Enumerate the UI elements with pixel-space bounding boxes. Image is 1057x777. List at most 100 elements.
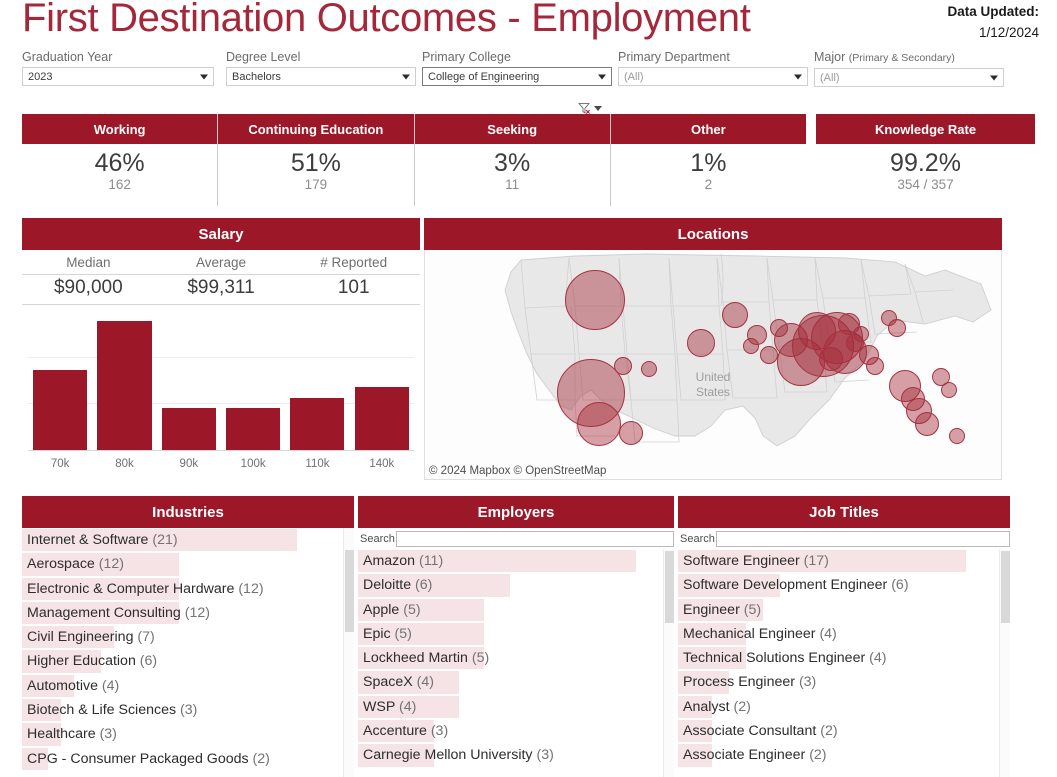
list-item[interactable]: Carnegie Mellon University (3) (358, 743, 663, 767)
employers-list: Amazon (11) Deloitte (6) Apple (5) Epic (5)… (358, 549, 663, 768)
salary-bar[interactable] (226, 408, 281, 450)
list-item[interactable]: Lockheed Martin (5) (358, 646, 663, 670)
location-bubble[interactable] (760, 346, 778, 365)
primary-department-dropdown[interactable]: (All) (618, 67, 808, 86)
kpi-seeking[interactable]: Seeking 3% 11 (413, 114, 610, 206)
list-item-count: (12) (98, 556, 125, 573)
filter-major-label: Major (Primary & Secondary) (814, 50, 1004, 65)
list-item-count: (4) (416, 674, 434, 691)
list-item[interactable]: Higher Education (6) (22, 649, 343, 673)
list-item[interactable]: Mechanical Engineer (4) (678, 622, 999, 646)
list-item[interactable]: Automotive (4) (22, 674, 343, 698)
kpi-other[interactable]: Other 1% 2 (609, 114, 806, 206)
list-item[interactable]: Management Consulting (12) (22, 601, 343, 625)
kpi-knowledge-rate-value: 99.2% (890, 149, 961, 177)
kpi-continuing-education[interactable]: Continuing Education 51% 179 (217, 114, 414, 206)
list-item-label: WSP (4) (363, 698, 417, 715)
location-bubble[interactable] (619, 420, 643, 445)
list-item[interactable]: Associate Consultant (2) (678, 719, 999, 743)
kpi-working[interactable]: Working 46% 162 (22, 114, 218, 206)
employers-scrollbar[interactable] (663, 549, 674, 777)
list-item[interactable]: WSP (4) (358, 695, 663, 719)
list-item-label: Carnegie Mellon University (3) (363, 747, 554, 764)
industries-scrollbar[interactable] (343, 528, 354, 777)
salary-bar[interactable] (33, 370, 88, 450)
kpi-continuing-education-value: 51% (290, 149, 341, 177)
list-item[interactable]: Civil Engineering (7) (22, 625, 343, 649)
salary-bar[interactable] (161, 408, 216, 450)
list-item[interactable]: Process Engineer (3) (678, 670, 999, 694)
salary-panel: Salary Median Average # Reported $90,000… (22, 218, 420, 480)
salary-panel-title: Salary (22, 218, 420, 250)
list-item[interactable]: Aerospace (12) (22, 552, 343, 576)
location-bubble[interactable] (915, 411, 939, 436)
job-titles-search-label: Search (680, 533, 715, 545)
locations-map[interactable]: United States © 2024 Mapbox © OpenStreetM… (424, 250, 1002, 480)
location-bubble[interactable] (866, 357, 884, 376)
job-titles-search-input[interactable] (715, 531, 1010, 547)
kpi-group-knowledge-rate: Knowledge Rate 99.2% 354 / 357 (816, 114, 1035, 206)
kpi-knowledge-rate[interactable]: Knowledge Rate 99.2% 354 / 357 (816, 114, 1035, 206)
list-item[interactable]: Engineer (5) (678, 598, 999, 622)
location-bubble[interactable] (853, 325, 869, 342)
list-item[interactable]: Accenture (3) (358, 719, 663, 743)
list-item[interactable]: Amazon (11) (358, 549, 663, 573)
salary-bar[interactable] (354, 387, 409, 450)
location-bubble[interactable] (687, 329, 715, 357)
chevron-down-icon[interactable] (594, 106, 602, 111)
list-item[interactable]: Biotech & Life Sciences (3) (22, 698, 343, 722)
list-item[interactable]: SpaceX (4) (358, 670, 663, 694)
list-item-label: Accenture (3) (363, 723, 449, 740)
list-item[interactable]: Associate Engineer (2) (678, 743, 999, 767)
list-item-label: Apple (5) (363, 601, 421, 618)
salary-bar[interactable] (290, 397, 345, 450)
salary-x-tick: 80k (115, 458, 134, 470)
job-titles-scrollbar[interactable] (999, 549, 1010, 777)
location-bubble[interactable] (941, 381, 957, 398)
salary-bar[interactable] (97, 321, 152, 450)
salary-bar-slot (92, 311, 156, 450)
major-dropdown[interactable]: (All) (814, 68, 1004, 87)
list-item-label: Electronic & Computer Hardware (12) (27, 580, 264, 597)
degree-level-value: Bachelors (232, 70, 281, 83)
list-item[interactable]: Software Engineer (17) (678, 549, 999, 573)
salary-bar-slot (285, 311, 349, 450)
list-item[interactable]: Analyst (2) (678, 695, 999, 719)
filter-graduation-year: Graduation Year 2023 (22, 50, 214, 86)
industries-scrollbar-thumb[interactable] (345, 550, 354, 632)
location-bubble[interactable] (577, 401, 621, 446)
list-item[interactable]: Epic (5) (358, 622, 663, 646)
location-bubble[interactable] (641, 361, 657, 378)
chevron-down-icon (794, 74, 802, 79)
graduation-year-dropdown[interactable]: 2023 (22, 67, 214, 86)
list-item[interactable]: Deloitte (6) (358, 573, 663, 597)
location-bubble[interactable] (747, 325, 767, 346)
list-item[interactable]: CPG - Consumer Packaged Goods (2) (22, 747, 343, 771)
location-bubble[interactable] (614, 357, 632, 376)
employers-scrollbar-thumb[interactable] (665, 551, 674, 623)
list-item-label: Associate Engineer (2) (683, 747, 827, 764)
list-item[interactable]: Electronic & Computer Hardware (12) (22, 577, 343, 601)
job-titles-scrollbar-thumb[interactable] (1001, 551, 1010, 623)
primary-college-dropdown[interactable]: College of Engineering (422, 67, 612, 86)
degree-level-dropdown[interactable]: Bachelors (226, 67, 416, 86)
list-item-count: (21) (152, 532, 178, 548)
list-item-count: (2) (733, 698, 751, 715)
location-bubble[interactable] (949, 428, 965, 444)
list-item[interactable]: Technical Solutions Engineer (4) (678, 646, 999, 670)
list-item[interactable]: Apple (5) (358, 598, 663, 622)
list-item[interactable]: Internet & Software (21) (22, 528, 343, 552)
location-bubble[interactable] (888, 318, 906, 337)
list-item-label: Healthcare (3) (27, 726, 117, 743)
list-item-label: Process Engineer (3) (683, 674, 817, 691)
employers-search-input[interactable] (395, 531, 674, 547)
location-bubble[interactable] (722, 302, 748, 329)
list-item-count: (3) (430, 723, 449, 740)
list-item[interactable]: Healthcare (3) (22, 722, 343, 746)
data-updated-label: Data Updated: (947, 4, 1039, 19)
location-bubble[interactable] (565, 269, 625, 330)
job-titles-list: Software Engineer (17) Software Developme… (678, 549, 999, 768)
list-item-count: (3) (536, 747, 554, 764)
list-item-label: Management Consulting (12) (27, 604, 210, 621)
list-item[interactable]: Software Development Engineer (6) (678, 573, 999, 597)
